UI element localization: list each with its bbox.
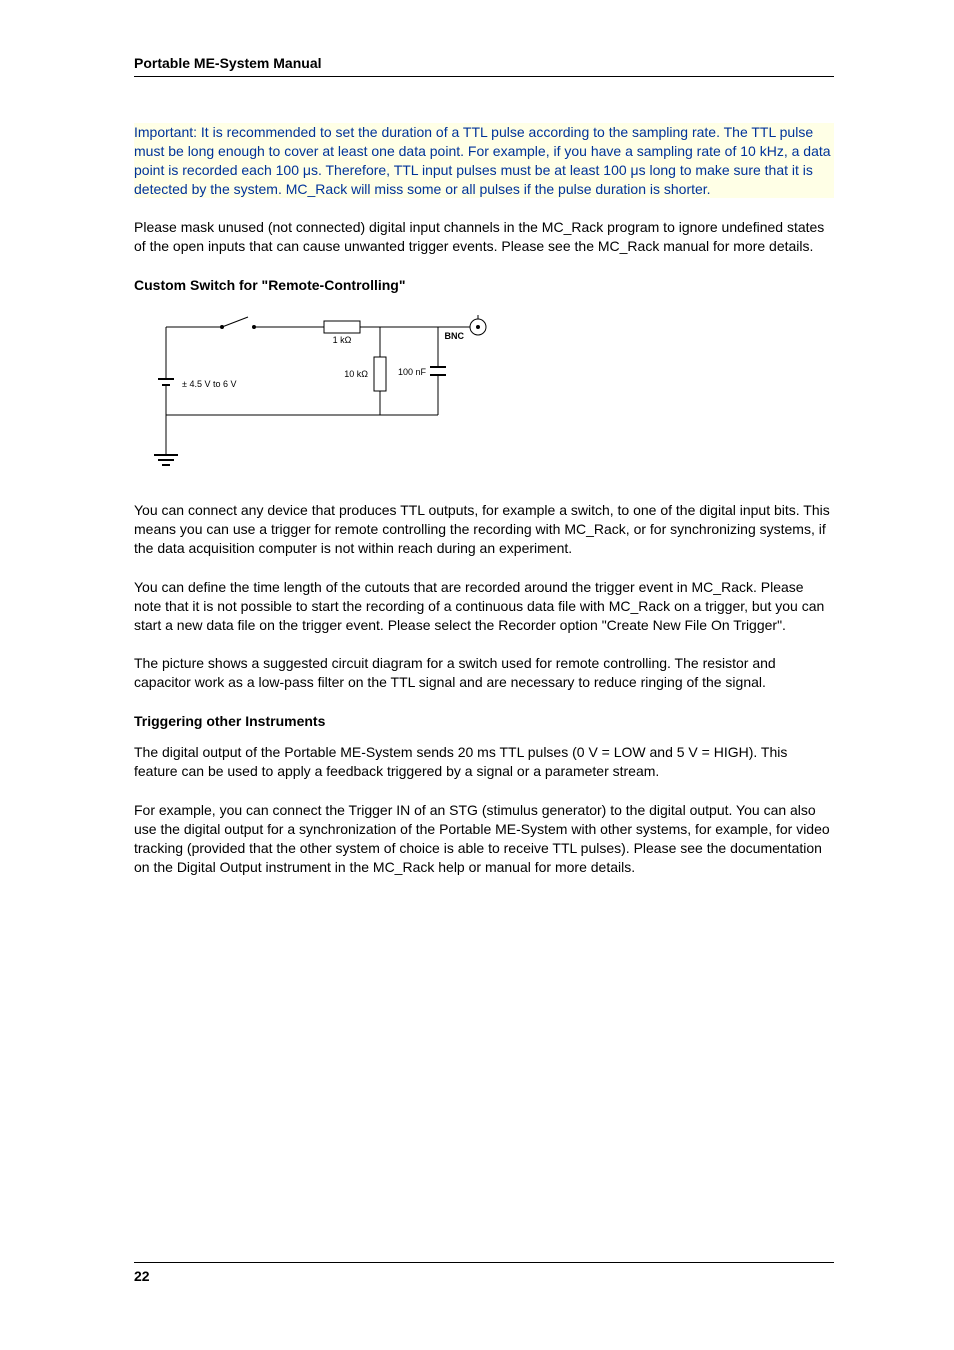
c1-label: 100 nF <box>398 367 427 377</box>
trigger-p1: The digital output of the Portable ME-Sy… <box>134 743 834 781</box>
important-note: Important: It is recommended to set the … <box>134 123 834 199</box>
circuit-svg: 1 kΩ BNC 10 kΩ 100 nF ± 4.5 V to <box>134 307 494 477</box>
resistor-r1 <box>324 321 360 333</box>
custom-p3: The picture shows a suggested circuit di… <box>134 654 834 692</box>
resistor-r2 <box>374 357 386 391</box>
r1-label: 1 kΩ <box>333 335 352 345</box>
custom-switch-heading: Custom Switch for "Remote-Controlling" <box>134 276 834 295</box>
battery-label: ± 4.5 V to 6 V <box>182 379 236 389</box>
bnc-label: BNC <box>445 331 465 341</box>
circuit-diagram: 1 kΩ BNC 10 kΩ 100 nF ± 4.5 V to <box>134 307 494 477</box>
custom-p1: You can connect any device that produces… <box>134 501 834 558</box>
custom-p2: You can define the time length of the cu… <box>134 578 834 635</box>
page-header-title: Portable ME-System Manual <box>134 54 834 77</box>
mask-note: Please mask unused (not connected) digit… <box>134 218 834 256</box>
trigger-p2: For example, you can connect the Trigger… <box>134 801 834 877</box>
page-number: 22 <box>134 1268 150 1284</box>
r2-label: 10 kΩ <box>344 369 368 379</box>
triggering-heading: Triggering other Instruments <box>134 712 834 731</box>
